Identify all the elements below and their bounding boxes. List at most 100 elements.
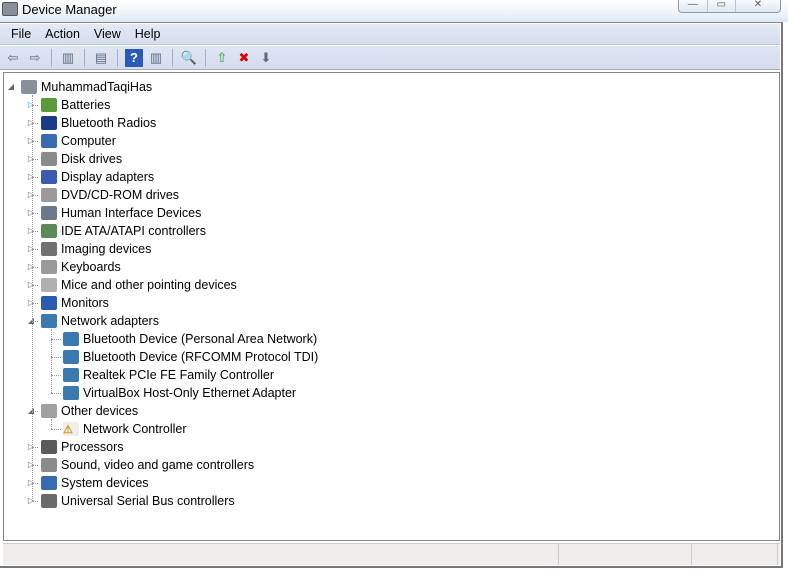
category-disk-drives-label: Disk drives — [61, 152, 123, 166]
category-network-adapters[interactable]: Network adapters — [41, 312, 159, 330]
category-batteries[interactable]: Batteries — [41, 96, 110, 114]
category-universal-serial-bus-controllers-label: Universal Serial Bus controllers — [61, 494, 235, 508]
menu-action[interactable]: Action — [38, 24, 87, 44]
menu-file[interactable]: File — [4, 24, 38, 44]
toolbar-separator — [172, 48, 173, 67]
device-network-controller-icon: ⚠ — [63, 422, 79, 436]
show-action-pane-button[interactable]: ▥ — [147, 49, 165, 67]
category-monitors[interactable]: Monitors — [41, 294, 109, 312]
category-sound-video-and-game-controllers[interactable]: Sound, video and game controllers — [41, 456, 254, 474]
caption-buttons: — ▭ ✕ — [678, 0, 781, 13]
minimize-button[interactable]: — — [679, 0, 708, 12]
category-universal-serial-bus-controllers-icon — [41, 494, 57, 508]
properties-icon: ▤ — [94, 49, 108, 65]
category-other-devices[interactable]: Other devices — [41, 402, 138, 420]
device-bluetooth-device-rfcomm-protocol-tdi-label: Bluetooth Device (RFCOMM Protocol TDI) — [83, 350, 319, 364]
device-realtek-pcie-fe-family-controller-icon — [63, 368, 79, 382]
update-driver-icon: ⇧ — [216, 49, 228, 65]
category-display-adapters-icon — [41, 170, 57, 184]
forward-icon: ⇨ — [29, 49, 41, 65]
category-human-interface-devices[interactable]: Human Interface Devices — [41, 204, 201, 222]
category-network-adapters-icon — [41, 314, 57, 328]
category-bluetooth-radios-label: Bluetooth Radios — [61, 116, 157, 130]
category-bluetooth-radios[interactable]: Bluetooth Radios — [41, 114, 156, 132]
category-dvd-cd-rom-drives-icon — [41, 188, 57, 202]
menu-bar: File Action View Help — [0, 24, 780, 45]
category-processors[interactable]: Processors — [41, 438, 124, 456]
menu-help[interactable]: Help — [128, 24, 168, 44]
properties-button[interactable]: ▤ — [92, 49, 110, 67]
category-sound-video-and-game-controllers-icon — [41, 458, 57, 472]
update-driver-button[interactable]: ⇧ — [213, 49, 231, 67]
category-imaging-devices-label: Imaging devices — [61, 242, 152, 256]
category-batteries-icon — [41, 98, 57, 112]
category-keyboards-label: Keyboards — [61, 260, 121, 274]
scan-hardware-button[interactable]: 🔍 — [180, 49, 198, 67]
category-ide-ata-atapi-controllers-label: IDE ATA/ATAPI controllers — [61, 224, 206, 238]
forward-button[interactable]: ⇨ — [26, 49, 44, 67]
device-network-controller-label: Network Controller — [83, 422, 187, 436]
scan-hardware-icon: 🔍 — [180, 49, 198, 65]
tree-connector — [32, 95, 33, 501]
device-network-controller[interactable]: ⚠ Network Controller — [63, 420, 187, 438]
device-virtualbox-host-only-ethernet-adapter-icon — [63, 386, 79, 400]
category-disk-drives[interactable]: Disk drives — [41, 150, 122, 168]
device-realtek-pcie-fe-family-controller[interactable]: Realtek PCIe FE Family Controller — [63, 366, 274, 384]
category-imaging-devices[interactable]: Imaging devices — [41, 240, 151, 258]
tree-root-icon — [21, 80, 37, 94]
title-bar: Device Manager — ▭ ✕ — [0, 0, 788, 22]
tree-connector — [51, 375, 61, 376]
category-display-adapters[interactable]: Display adapters — [41, 168, 154, 186]
close-button[interactable]: ✕ — [736, 0, 780, 12]
device-virtualbox-host-only-ethernet-adapter[interactable]: VirtualBox Host-Only Ethernet Adapter — [63, 384, 296, 402]
window-title: Device Manager — [22, 2, 117, 17]
category-universal-serial-bus-controllers[interactable]: Universal Serial Bus controllers — [41, 492, 235, 510]
disable-button[interactable]: ⬇ — [257, 49, 275, 67]
category-computer-icon — [41, 134, 57, 148]
menu-view[interactable]: View — [87, 24, 128, 44]
category-disk-drives-icon — [41, 152, 57, 166]
category-mice-and-other-pointing-devices[interactable]: Mice and other pointing devices — [41, 276, 237, 294]
device-bluetooth-device-personal-area-network-label: Bluetooth Device (Personal Area Network) — [83, 332, 318, 346]
device-realtek-pcie-fe-family-controller-label: Realtek PCIe FE Family Controller — [83, 368, 275, 382]
show-hide-console-tree-button[interactable]: ▥ — [59, 49, 77, 67]
disable-icon: ⬇ — [260, 49, 272, 65]
category-monitors-icon — [41, 296, 57, 310]
device-bluetooth-device-rfcomm-protocol-tdi[interactable]: Bluetooth Device (RFCOMM Protocol TDI) — [63, 348, 318, 366]
device-virtualbox-host-only-ethernet-adapter-label: VirtualBox Host-Only Ethernet Adapter — [83, 386, 297, 400]
toolbar-separator — [51, 48, 52, 67]
category-system-devices-icon — [41, 476, 57, 490]
tree-root[interactable]: MuhammadTaqiHas — [21, 78, 152, 96]
category-human-interface-devices-label: Human Interface Devices — [61, 206, 202, 220]
status-bar — [3, 543, 780, 565]
uninstall-button[interactable]: ✖ — [235, 49, 253, 67]
back-icon: ⇦ — [7, 49, 19, 65]
device-tree[interactable]: MuhammadTaqiHas ◢ Batteries ▷ Bluetooth Radi… — [3, 72, 780, 541]
category-mice-and-other-pointing-devices-label: Mice and other pointing devices — [61, 278, 237, 292]
show-hide-console-tree-icon: ▥ — [61, 49, 75, 65]
category-monitors-label: Monitors — [61, 296, 109, 310]
tree-connector — [51, 329, 52, 393]
help-button[interactable]: ? — [125, 48, 143, 67]
category-dvd-cd-rom-drives[interactable]: DVD/CD-ROM drives — [41, 186, 179, 204]
category-ide-ata-atapi-controllers[interactable]: IDE ATA/ATAPI controllers — [41, 222, 206, 240]
tree-root-expander[interactable]: ◢ — [7, 82, 15, 91]
category-keyboards[interactable]: Keyboards — [41, 258, 121, 276]
category-imaging-devices-icon — [41, 242, 57, 256]
tree-connector — [32, 501, 38, 502]
tree-connector — [51, 393, 61, 394]
device-bluetooth-device-rfcomm-protocol-tdi-icon — [63, 350, 79, 364]
category-processors-icon — [41, 440, 57, 454]
device-bluetooth-device-personal-area-network-icon — [63, 332, 79, 346]
category-system-devices[interactable]: System devices — [41, 474, 149, 492]
status-pane-1 — [3, 544, 559, 565]
back-button[interactable]: ⇦ — [4, 49, 22, 67]
device-bluetooth-device-personal-area-network[interactable]: Bluetooth Device (Personal Area Network) — [63, 330, 317, 348]
category-computer[interactable]: Computer — [41, 132, 116, 150]
status-pane-3 — [692, 544, 778, 565]
maximize-button[interactable]: ▭ — [708, 0, 736, 12]
category-system-devices-label: System devices — [61, 476, 149, 490]
uninstall-icon: ✖ — [238, 49, 250, 65]
tree-connector — [51, 419, 52, 429]
device-manager-icon — [2, 2, 18, 16]
